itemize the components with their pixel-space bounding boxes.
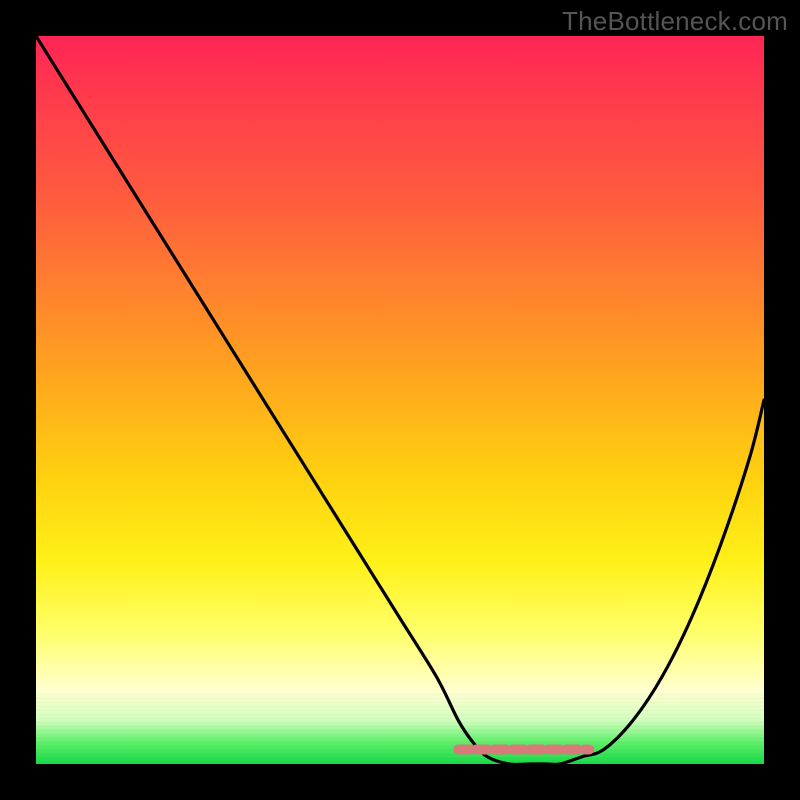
chart-container: TheBottleneck.com — [0, 0, 800, 800]
bottleneck-curve — [36, 36, 764, 764]
watermark-text: TheBottleneck.com — [562, 6, 788, 37]
curve-layer — [36, 36, 764, 764]
plot-area — [36, 36, 764, 764]
